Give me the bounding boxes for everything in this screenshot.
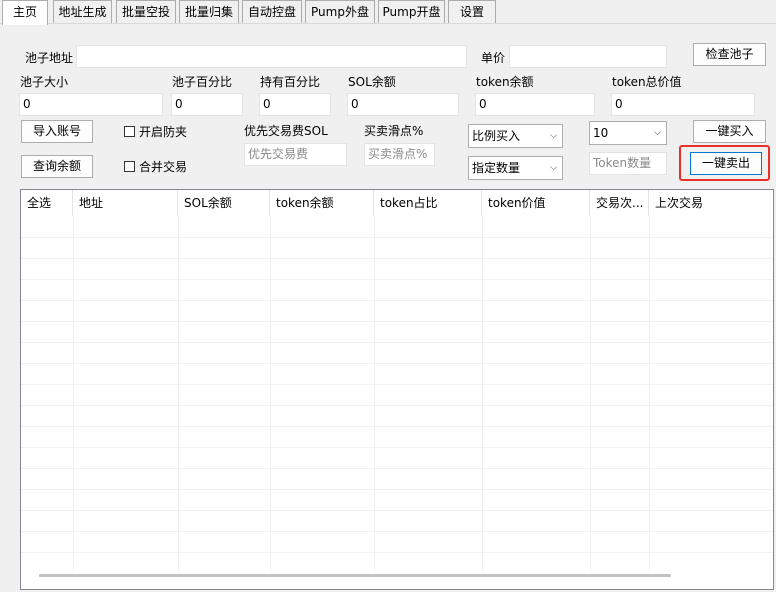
buy-amount-select[interactable]: 10 ⌵ <box>589 121 667 145</box>
sol-balance-label: SOL余额 <box>348 75 396 89</box>
grid-column-line <box>178 216 179 571</box>
grid-row-line <box>21 489 773 490</box>
tab-batch-airdrop[interactable]: 批量空投 <box>116 0 176 23</box>
grid-row-line <box>21 426 773 427</box>
grid-column-line <box>649 216 650 571</box>
buy-mode-select[interactable]: 比例买入 ⌵ <box>468 124 563 148</box>
grid-column-line <box>590 216 591 571</box>
buy-amount-value: 10 <box>593 126 609 140</box>
price-label: 单价 <box>481 51 506 65</box>
query-balance-button[interactable]: 查询余额 <box>21 155 93 178</box>
chevron-down-icon: ⌵ <box>550 163 557 173</box>
pool-size-label: 池子大小 <box>20 75 69 89</box>
hold-pct-input[interactable]: 0 <box>259 93 331 116</box>
column-header-last-trade[interactable]: 上次交易 <box>649 190 773 216</box>
grid-row-line <box>21 363 773 364</box>
sell-mode-value: 指定数量 <box>472 161 521 175</box>
grid-row-line <box>21 321 773 322</box>
grid-row-line <box>21 468 773 469</box>
sell-all-button[interactable]: 一键卖出 <box>690 152 762 175</box>
grid-row-line <box>21 405 773 406</box>
priority-fee-label: 优先交易费SOL <box>244 124 328 138</box>
grid-row-line <box>21 300 773 301</box>
grid-row-line <box>21 531 773 532</box>
tab-address-gen[interactable]: 地址生成 <box>53 0 112 23</box>
grid-row-line <box>21 447 773 448</box>
chevron-down-icon: ⌵ <box>654 128 661 138</box>
grid-column-line <box>374 216 375 571</box>
grid-row-line <box>21 510 773 511</box>
column-header-select-all[interactable]: 全选 <box>21 190 73 216</box>
tab-auto-control[interactable]: 自动控盘 <box>242 0 302 23</box>
horizontal-scrollbar[interactable] <box>39 574 671 577</box>
column-header-token-value[interactable]: token价值 <box>482 190 590 216</box>
buy-mode-value: 比例买入 <box>472 129 521 143</box>
sol-balance-input[interactable]: 0 <box>347 93 459 116</box>
accounts-table[interactable]: 全选 地址 SOL余额 token余额 token占比 token价值 交易次.… <box>20 189 774 590</box>
price-input[interactable] <box>509 45 667 68</box>
pool-address-label: 池子地址 <box>25 51 74 65</box>
token-total-input[interactable]: 0 <box>611 93 755 116</box>
merge-trade-label[interactable]: 合并交易 <box>139 160 187 174</box>
column-header-trade-count[interactable]: 交易次... <box>590 190 649 216</box>
anti-sandwich-checkbox[interactable] <box>124 126 135 137</box>
grid-row-line <box>21 258 773 259</box>
pool-address-input[interactable] <box>76 45 467 68</box>
pool-pct-input[interactable]: 0 <box>171 93 243 116</box>
grid-column-line <box>482 216 483 571</box>
column-header-token-balance[interactable]: token余额 <box>270 190 374 216</box>
slippage-input[interactable]: 买卖滑点% <box>364 143 435 166</box>
grid-row-line <box>21 279 773 280</box>
grid-row-line <box>21 237 773 238</box>
column-header-sol-balance[interactable]: SOL余额 <box>178 190 270 216</box>
grid-column-line <box>73 216 74 571</box>
sell-mode-select[interactable]: 指定数量 ⌵ <box>468 156 563 180</box>
check-pool-button[interactable]: 检查池子 <box>693 43 766 66</box>
grid-row-line <box>21 384 773 385</box>
token-total-label: token总价值 <box>612 75 682 89</box>
pool-size-input[interactable]: 0 <box>19 93 163 116</box>
slippage-label: 买卖滑点% <box>364 124 424 138</box>
grid-row-line <box>21 342 773 343</box>
grid-column-line <box>270 216 271 571</box>
column-header-address[interactable]: 地址 <box>73 190 178 216</box>
token-balance-input[interactable]: 0 <box>475 93 595 116</box>
priority-fee-input[interactable]: 优先交易费 <box>244 143 347 166</box>
buy-all-button[interactable]: 一键买入 <box>693 120 766 143</box>
merge-trade-checkbox[interactable] <box>124 161 135 172</box>
import-accounts-button[interactable]: 导入账号 <box>21 120 93 143</box>
anti-sandwich-label[interactable]: 开启防夹 <box>139 125 187 139</box>
tab-settings[interactable]: 设置 <box>448 0 496 23</box>
token-amount-input[interactable]: Token数量 <box>589 152 667 175</box>
tab-pump-open[interactable]: Pump开盘 <box>378 0 445 23</box>
hold-pct-label: 持有百分比 <box>260 75 321 89</box>
tab-pump-external[interactable]: Pump外盘 <box>305 0 375 23</box>
column-header-token-ratio[interactable]: token占比 <box>374 190 482 216</box>
token-balance-label: token余额 <box>476 75 534 89</box>
grid-row-line <box>21 552 773 553</box>
tab-divider <box>0 23 776 24</box>
tab-home[interactable]: 主页 <box>2 0 48 25</box>
chevron-down-icon: ⌵ <box>550 131 557 141</box>
tab-batch-collect[interactable]: 批量归集 <box>179 0 239 23</box>
pool-pct-label: 池子百分比 <box>172 75 233 89</box>
